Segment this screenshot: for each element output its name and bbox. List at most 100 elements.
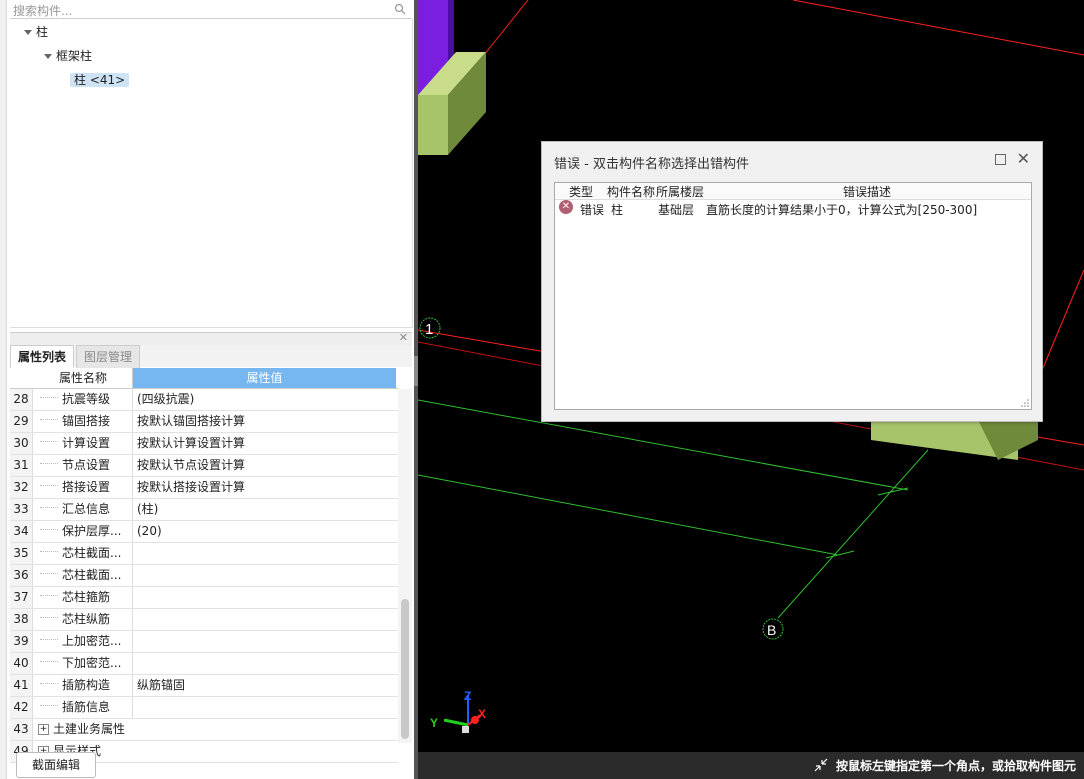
property-name[interactable]: 上加密范... xyxy=(34,631,133,652)
row-number: 41 xyxy=(10,675,33,696)
tree-node-column-41[interactable]: 柱 <41> xyxy=(70,70,130,90)
property-value[interactable]: (20) xyxy=(137,521,392,542)
column-header-name[interactable]: 属性名称 xyxy=(34,368,133,388)
property-value[interactable]: 按默认搭接设置计算 xyxy=(137,477,392,498)
group-name[interactable]: + 土建业务属性 xyxy=(34,719,274,740)
property-name[interactable]: 芯柱箍筋 xyxy=(34,587,133,608)
table-row[interactable]: 39 上加密范... xyxy=(10,631,398,653)
axis-label-1: 1 xyxy=(425,321,433,338)
table-row[interactable]: 30 计算设置 按默认计算设置计算 xyxy=(10,433,398,455)
column-header-error-description[interactable]: 错误描述 xyxy=(843,183,891,200)
table-row[interactable]: 29 锚固搭接 按默认锚固搭接计算 xyxy=(10,411,398,433)
left-edge-strip xyxy=(0,0,7,779)
table-row[interactable]: 36 芯柱截面... xyxy=(10,565,398,587)
search-icon[interactable] xyxy=(394,3,406,15)
tab-layer-management[interactable]: 图层管理 xyxy=(76,345,141,368)
property-name[interactable]: 芯柱截面... xyxy=(34,543,133,564)
row-number: 37 xyxy=(10,587,33,608)
table-row[interactable]: 38 芯柱纵筋 xyxy=(10,609,398,631)
table-row[interactable]: 34 保护层厚... (20) xyxy=(10,521,398,543)
close-icon[interactable]: ✕ xyxy=(1017,149,1030,168)
property-name[interactable]: 芯柱截面... xyxy=(34,565,133,586)
tree-leaf-label[interactable]: 柱 <41> xyxy=(70,73,130,87)
property-name-label: 插筋构造 xyxy=(62,678,111,692)
property-value[interactable]: 按默认计算设置计算 xyxy=(137,433,392,454)
tree-connector xyxy=(40,419,58,420)
property-name[interactable]: 保护层厚... xyxy=(34,521,133,542)
property-value[interactable] xyxy=(137,697,392,718)
table-row[interactable]: 42 插筋信息 xyxy=(10,697,398,719)
expand-plus-icon[interactable]: + xyxy=(38,724,49,735)
grid-line-red xyxy=(792,0,1084,56)
section-edit-button[interactable]: 截面编辑 xyxy=(16,752,96,778)
row-number: 31 xyxy=(10,455,33,476)
column-header-component-name[interactable]: 构件名称 xyxy=(607,183,655,200)
tree-connector xyxy=(40,529,58,530)
property-value[interactable]: (柱) xyxy=(137,499,392,520)
error-list: 类型 构件名称 所属楼层 错误描述 ✕ 错误 柱 基础层 直筋长度的计算结果小于… xyxy=(554,182,1032,410)
property-value[interactable]: 纵筋锚固 xyxy=(137,675,392,696)
property-name[interactable]: 芯柱纵筋 xyxy=(34,609,133,630)
property-name-label: 汇总信息 xyxy=(62,502,111,516)
tree-connector xyxy=(40,595,58,596)
property-value[interactable] xyxy=(137,631,392,652)
tree-connector xyxy=(40,617,58,618)
property-value[interactable] xyxy=(137,609,392,630)
table-row[interactable]: 35 芯柱截面... xyxy=(10,543,398,565)
table-group-row[interactable]: 43 + 土建业务属性 xyxy=(10,719,398,741)
resize-grip-icon[interactable] xyxy=(1021,399,1029,407)
search-box[interactable]: 搜索构件... xyxy=(10,0,412,19)
close-icon[interactable]: ✕ xyxy=(399,331,408,344)
property-name[interactable]: 锚固搭接 xyxy=(34,411,133,432)
search-input[interactable]: 搜索构件... xyxy=(13,2,72,19)
property-value[interactable]: (四级抗震) xyxy=(137,389,392,410)
property-name[interactable]: 计算设置 xyxy=(34,433,133,454)
table-row[interactable]: 28 抗震等级 (四级抗震) xyxy=(10,389,398,411)
column-header-floor[interactable]: 所属楼层 xyxy=(656,183,704,200)
property-name[interactable]: 插筋构造 xyxy=(34,675,133,696)
error-component-name[interactable]: 柱 xyxy=(611,200,623,220)
expand-caret-icon[interactable] xyxy=(24,30,32,35)
property-name[interactable]: 搭接设置 xyxy=(34,477,133,498)
column-header-type[interactable]: 类型 xyxy=(569,183,593,200)
property-name-label: 抗震等级 xyxy=(62,392,111,406)
property-name-label: 芯柱纵筋 xyxy=(62,612,111,626)
property-name-label: 节点设置 xyxy=(62,458,111,472)
property-value[interactable] xyxy=(137,587,392,608)
error-row[interactable]: ✕ 错误 柱 基础层 直筋长度的计算结果小于0，计算公式为[250-300] xyxy=(555,200,1031,220)
property-name[interactable]: 插筋信息 xyxy=(34,697,133,718)
tree-connector xyxy=(40,661,58,662)
table-row[interactable]: 32 搭接设置 按默认搭接设置计算 xyxy=(10,477,398,499)
tree-connector xyxy=(40,551,58,552)
property-value[interactable]: 按默认锚固搭接计算 xyxy=(137,411,392,432)
property-value[interactable]: 按默认节点设置计算 xyxy=(137,455,392,476)
table-row[interactable]: 31 节点设置 按默认节点设置计算 xyxy=(10,455,398,477)
tree-node-frame-column[interactable]: 框架柱 xyxy=(44,46,92,66)
tab-property-list[interactable]: 属性列表 xyxy=(10,345,75,368)
table-row[interactable]: 37 芯柱箍筋 xyxy=(10,587,398,609)
component-tree: 柱 框架柱 柱 <41> xyxy=(10,19,413,328)
property-value[interactable] xyxy=(137,543,392,564)
property-name-label: 计算设置 xyxy=(62,436,111,450)
property-name[interactable]: 下加密范... xyxy=(34,653,133,674)
expand-caret-icon[interactable] xyxy=(44,54,52,59)
table-row[interactable]: 41 插筋构造 纵筋锚固 xyxy=(10,675,398,697)
dialog-title: 错误 - 双击构件名称选择出错构件 xyxy=(554,157,749,172)
vertical-scrollbar[interactable] xyxy=(398,389,412,743)
property-name[interactable]: 汇总信息 xyxy=(34,499,133,520)
row-number: 29 xyxy=(10,411,33,432)
tree-node-column[interactable]: 柱 xyxy=(24,22,48,42)
maximize-icon[interactable] xyxy=(995,154,1006,165)
property-value[interactable] xyxy=(137,653,392,674)
footing-front xyxy=(418,95,448,155)
scrollbar-thumb[interactable] xyxy=(401,599,409,739)
property-name[interactable]: 节点设置 xyxy=(34,455,133,476)
status-message: 按鼠标左键指定第一个角点，或拾取构件图元 xyxy=(835,759,1076,773)
row-number: 34 xyxy=(10,521,33,542)
property-name[interactable]: 抗震等级 xyxy=(34,389,133,410)
property-value[interactable] xyxy=(137,565,392,586)
table-row[interactable]: 33 汇总信息 (柱) xyxy=(10,499,398,521)
table-row[interactable]: 40 下加密范... xyxy=(10,653,398,675)
tree-connector xyxy=(40,683,58,684)
column-header-value[interactable]: 属性值 xyxy=(133,368,396,388)
